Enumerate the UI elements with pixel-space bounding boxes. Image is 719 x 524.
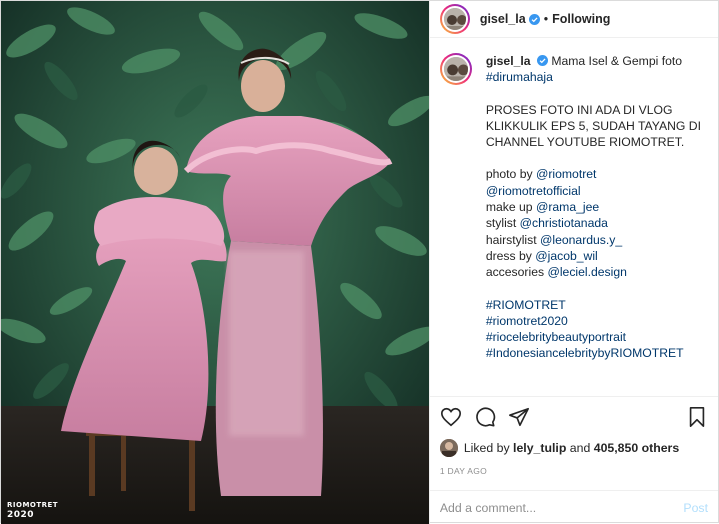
credit-handle[interactable]: @christiotanada xyxy=(520,216,608,230)
credit-label: photo by xyxy=(485,167,533,182)
credit-handle[interactable]: @leonardus.y_ xyxy=(540,233,622,247)
comment-icon[interactable] xyxy=(474,406,496,428)
credit-line: @riomotretofficial xyxy=(486,183,706,199)
caption-username[interactable]: gisel_la xyxy=(486,54,531,68)
instagram-post: RIOMOTRET 2020 gisel_la • Following gise… xyxy=(0,0,719,524)
hashtag-link[interactable]: #RIOMOTRET xyxy=(486,297,706,313)
likes-count[interactable]: 405,850 others xyxy=(594,441,679,455)
post-comment-button[interactable]: Post xyxy=(683,501,708,515)
caption-verified-icon xyxy=(536,55,548,66)
credit-label: accesories xyxy=(485,265,545,280)
post-photo[interactable]: RIOMOTRET 2020 xyxy=(1,1,429,524)
liker-avatar[interactable] xyxy=(439,439,458,457)
following-button[interactable]: Following xyxy=(552,12,610,26)
caption-row: gisel_la Mama Isel & Gempi foto #dirumah… xyxy=(440,53,708,362)
heart-icon[interactable] xyxy=(440,406,462,428)
credit-label: stylist xyxy=(485,216,517,231)
share-icon[interactable] xyxy=(508,406,530,428)
bookmark-icon[interactable] xyxy=(686,406,708,428)
post-timestamp[interactable]: 1 DAY AGO xyxy=(430,460,718,490)
add-comment-bar: Add a comment... Post xyxy=(429,490,718,524)
photo-watermark: RIOMOTRET 2020 xyxy=(7,500,58,520)
avatar-image xyxy=(443,8,466,30)
watermark-brand: RIOMOTRET xyxy=(7,501,59,509)
credit-handle[interactable]: @riomotretofficial xyxy=(486,184,581,198)
verified-badge-icon xyxy=(528,13,540,25)
credit-label: dress by xyxy=(485,248,532,263)
credit-label: hairstylist xyxy=(485,232,537,247)
avatar[interactable] xyxy=(440,4,470,34)
photo-illustration xyxy=(1,1,429,524)
header-separator: • xyxy=(543,12,549,26)
credit-handle[interactable]: @rama_jee xyxy=(536,200,599,214)
credit-handle[interactable]: @jacob_wil xyxy=(535,249,598,263)
likes-joiner: and xyxy=(569,441,591,455)
credits-list: photo by @riomotret @riomotretofficial m… xyxy=(486,166,706,280)
credit-line: make up @rama_jee xyxy=(486,199,706,215)
credit-label: make up xyxy=(485,200,533,215)
caption-text: gisel_la Mama Isel & Gempi foto #dirumah… xyxy=(486,53,706,362)
caption-avatar-image xyxy=(443,57,468,81)
hashtag-link[interactable]: #riomotret2020 xyxy=(486,313,706,329)
post-sidebar: gisel_la • Following gisel_la Mama Isel … xyxy=(428,1,718,524)
caption-area: gisel_la Mama Isel & Gempi foto #dirumah… xyxy=(430,38,718,396)
action-bar xyxy=(429,396,718,436)
caption-paragraph: PROSES FOTO INI ADA DI VLOG KLIKKULIK EP… xyxy=(485,102,701,150)
post-header: gisel_la • Following xyxy=(429,1,718,38)
credit-line: hairstylist @leonardus.y_ xyxy=(486,232,706,248)
credit-handle[interactable]: @leciel.design xyxy=(547,265,626,279)
liker-username[interactable]: lely_tulip xyxy=(513,441,566,455)
watermark-year: 2020 xyxy=(7,510,35,520)
credit-handle[interactable]: @riomotret xyxy=(536,167,596,181)
hashtag-link[interactable]: #IndonesiancelebritybyRIOMOTRET xyxy=(486,345,706,361)
hashtag-dirumahaja[interactable]: #dirumahaja xyxy=(486,69,706,85)
hashtag-link[interactable]: #riocelebritybeautyportrait xyxy=(486,329,706,345)
credit-line: accesories @leciel.design xyxy=(486,264,706,280)
credit-line: dress by @jacob_wil xyxy=(486,248,706,264)
credit-line: photo by @riomotret xyxy=(486,166,706,182)
caption-intro: Mama Isel & Gempi foto xyxy=(551,54,683,68)
hashtag-list: #RIOMOTRET #riomotret2020 #riocelebrityb… xyxy=(486,297,706,362)
header-username[interactable]: gisel_la xyxy=(480,12,526,26)
likes-prefix: Liked by xyxy=(463,441,510,455)
likes-row: Liked by lely_tulip and 405,850 others xyxy=(430,436,718,460)
comment-input[interactable]: Add a comment... xyxy=(440,501,684,515)
caption-avatar[interactable] xyxy=(440,53,472,85)
credit-line: stylist @christiotanada xyxy=(486,215,706,231)
